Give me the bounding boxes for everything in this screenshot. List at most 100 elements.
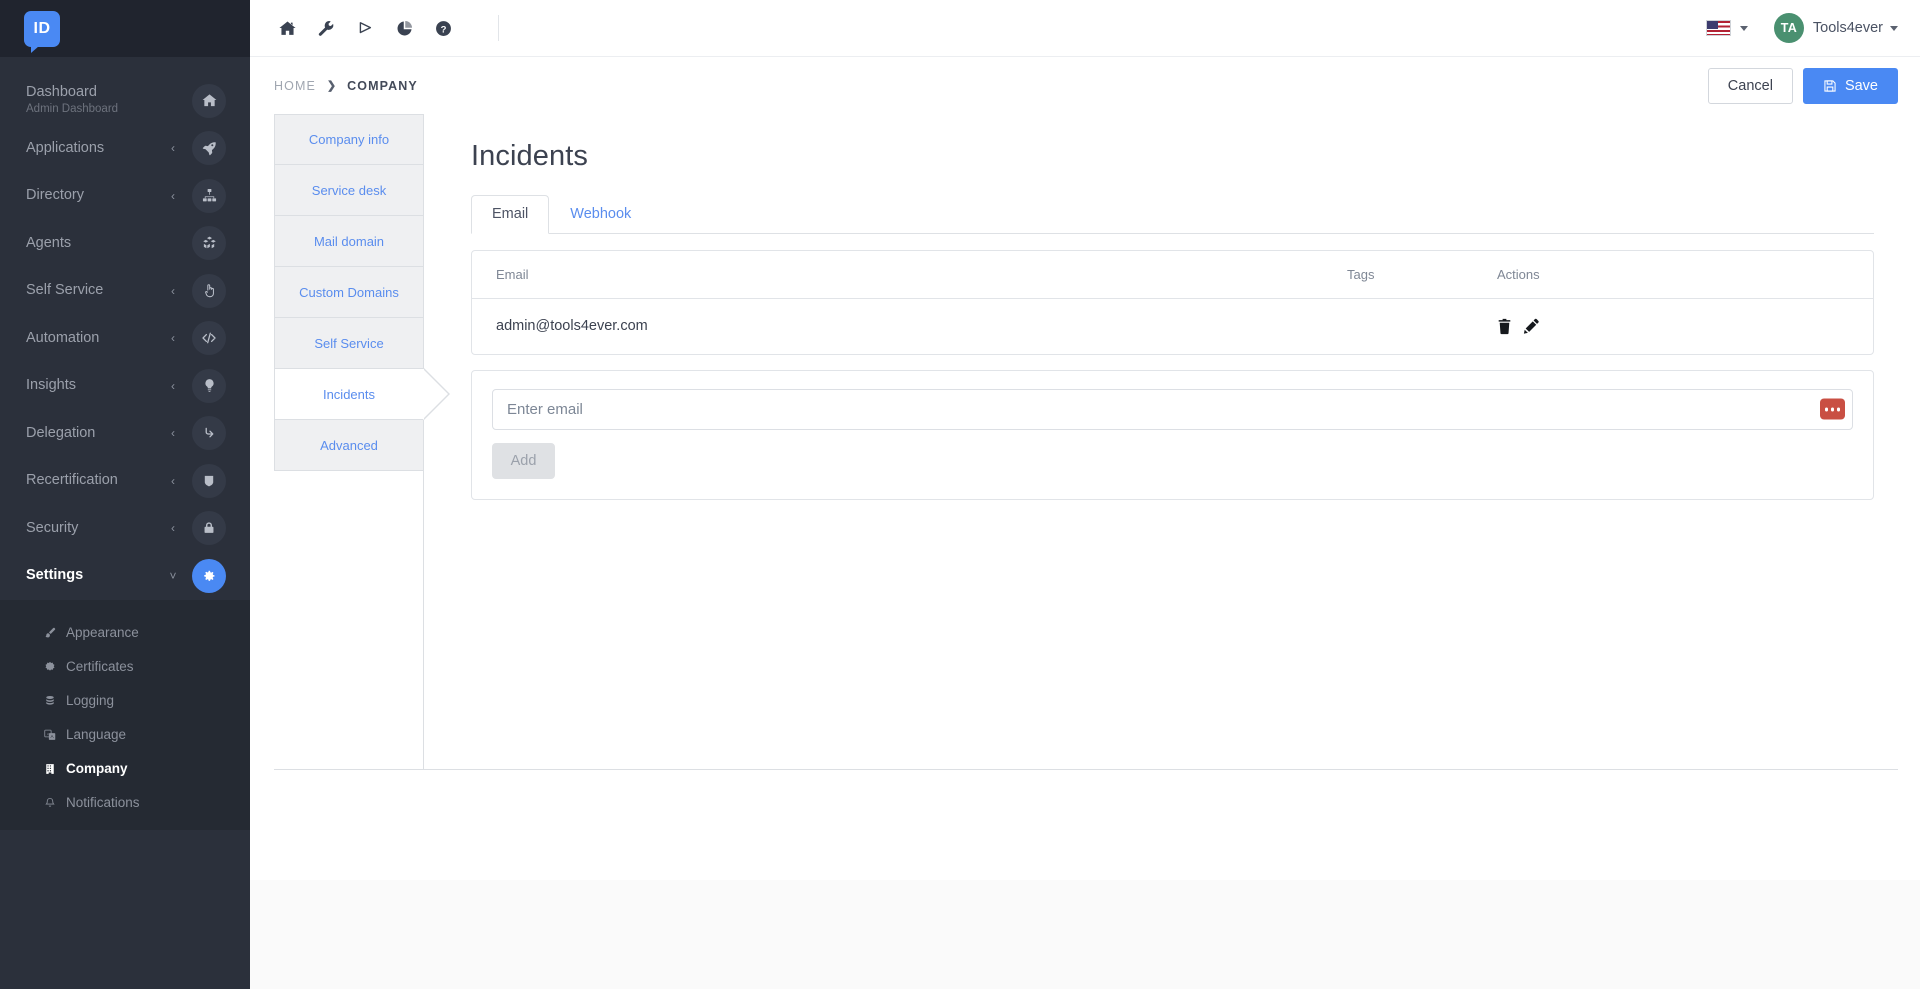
sidebar-item-texts: Dashboard Admin Dashboard — [26, 84, 192, 117]
ellipsis-badge-icon[interactable] — [1820, 398, 1845, 420]
wrench-icon[interactable] — [318, 20, 335, 37]
help-circle-icon[interactable]: ? — [435, 20, 452, 37]
tab-incidents[interactable]: Incidents — [274, 368, 450, 420]
save-button-label: Save — [1844, 77, 1878, 94]
sidebar-item-agents[interactable]: Agents — [0, 220, 250, 268]
hand-pointer-icon — [192, 273, 226, 308]
incidents-channel-tabs: Email Webhook — [471, 195, 1874, 234]
sidebar-item-certificates[interactable]: Certificates — [0, 650, 250, 684]
sidebar-item-label: Settings — [26, 567, 84, 584]
chevron-down-icon — [1739, 25, 1748, 31]
user-menu[interactable]: TA Tools4ever — [1773, 13, 1898, 43]
sidebar-item-label: Logging — [66, 693, 115, 708]
email-input[interactable] — [492, 388, 1853, 430]
sidebar-item-dashboard[interactable]: Dashboard Admin Dashboard — [0, 77, 250, 125]
sidebar-item-appearance[interactable]: Appearance — [0, 616, 250, 650]
sidebar-item-texts: Insights — [26, 377, 168, 394]
tab-service-desk[interactable]: Service desk — [274, 165, 424, 216]
add-email-form: Add — [471, 369, 1874, 500]
topbar-right: TA Tools4ever — [1705, 13, 1898, 43]
flask-icon[interactable] — [357, 20, 374, 37]
table-row: admin@tools4ever.com — [472, 298, 1873, 354]
incidents-pane: Incidents Email Webhook Email Tags Actio… — [424, 114, 1898, 769]
arrow-turn-down-icon — [192, 416, 226, 451]
breadcrumb: HOME ❯ COMPANY — [274, 79, 418, 93]
sidebar-item-automation[interactable]: Automation ‹ — [0, 315, 250, 363]
sidebar-item-label: Appearance — [66, 625, 139, 640]
database-icon — [42, 695, 58, 707]
add-button[interactable]: Add — [492, 442, 555, 479]
settings-submenu: Appearance Certificates Logging A Langua… — [0, 599, 250, 830]
sidebar-item-texts: Applications — [26, 140, 168, 157]
email-table-head: Email Tags Actions — [472, 250, 1873, 299]
pie-chart-icon[interactable] — [396, 20, 413, 37]
chevron-right-icon: ❯ — [326, 80, 337, 92]
sidebar-item-directory[interactable]: Directory ‹ — [0, 172, 250, 220]
delete-icon[interactable] — [1497, 318, 1512, 335]
chevron-left-icon: ‹ — [171, 331, 175, 346]
topbar-icon-group: ? — [272, 15, 499, 41]
sidebar: ID Dashboard Admin Dashboard Application… — [0, 0, 250, 989]
breadcrumb-current: COMPANY — [347, 78, 418, 93]
cell-email: admin@tools4ever.com — [496, 318, 648, 335]
sidebar-item-label: Applications — [26, 139, 105, 156]
sidebar-item-language[interactable]: A Language — [0, 718, 250, 752]
language-icon: A — [42, 729, 58, 741]
edit-icon[interactable] — [1523, 318, 1539, 335]
company-section-tabs: Company info Service desk Mail domain Cu… — [274, 114, 450, 769]
gear-icon — [192, 558, 226, 593]
sidebar-item-label: Recertification — [26, 472, 118, 489]
save-button[interactable]: Save — [1802, 67, 1898, 104]
tab-email[interactable]: Email — [471, 195, 550, 234]
row-action-group — [1497, 318, 1873, 335]
sidebar-item-self-service[interactable]: Self Service ‹ — [0, 267, 250, 315]
cancel-button[interactable]: Cancel — [1707, 67, 1793, 104]
chevron-down-icon: ˅ — [169, 568, 177, 583]
sidebar-item-security[interactable]: Security ‹ — [0, 505, 250, 553]
breadcrumb-home[interactable]: HOME — [274, 79, 316, 93]
page-title: Incidents — [471, 140, 588, 172]
sidebar-item-notifications[interactable]: Notifications — [0, 786, 250, 820]
sidebar-item-label: Certificates — [66, 659, 134, 674]
sidebar-item-texts: Self Service — [26, 282, 168, 299]
chevron-left-icon: ‹ — [171, 378, 175, 393]
tab-webhook[interactable]: Webhook — [549, 195, 652, 234]
sidebar-item-recertification[interactable]: Recertification ‹ — [0, 457, 250, 505]
rocket-icon — [192, 131, 226, 166]
email-table-body: admin@tools4ever.com — [472, 298, 1873, 354]
sidebar-item-label: Delegation — [26, 424, 96, 441]
email-table-card: Email Tags Actions admin@tools4ever.com — [471, 249, 1874, 355]
avatar: TA — [1773, 13, 1804, 43]
floppy-disk-icon — [1823, 79, 1837, 93]
language-selector[interactable] — [1705, 20, 1748, 36]
sidebar-item-delegation[interactable]: Delegation ‹ — [0, 410, 250, 458]
sidebar-item-label: Automation — [26, 329, 100, 346]
tab-company-info[interactable]: Company info — [274, 114, 424, 165]
home-icon[interactable] — [279, 20, 296, 37]
column-header-tags: Tags — [1323, 250, 1473, 299]
shield-icon — [192, 463, 226, 498]
tab-self-service[interactable]: Self Service — [274, 318, 424, 369]
sidebar-item-logging[interactable]: Logging — [0, 684, 250, 718]
page-background — [250, 879, 1920, 989]
topbar-divider — [498, 15, 499, 41]
app-root: ID Dashboard Admin Dashboard Application… — [0, 0, 1920, 989]
svg-text:?: ? — [441, 24, 447, 35]
sidebar-item-company[interactable]: Company — [0, 752, 250, 786]
sidebar-item-insights[interactable]: Insights ‹ — [0, 362, 250, 410]
settings-panel: Company info Service desk Mail domain Cu… — [274, 114, 1898, 770]
tab-advanced[interactable]: Advanced — [274, 420, 424, 471]
table-header-row: Email Tags Actions — [472, 250, 1873, 299]
sidebar-item-label: Agents — [26, 234, 72, 251]
chevron-left-icon: ‹ — [171, 521, 175, 536]
sidebar-item-label: Security — [26, 519, 79, 536]
sidebar-item-label: Notifications — [66, 795, 140, 810]
tab-custom-domains[interactable]: Custom Domains — [274, 267, 424, 318]
main-column: ? TA Tools4ever HOME ❯ COMPANY Cancel Sa… — [250, 0, 1920, 989]
tab-mail-domain[interactable]: Mail domain — [274, 216, 424, 267]
sitemap-icon — [192, 178, 226, 213]
sidebar-item-applications[interactable]: Applications ‹ — [0, 125, 250, 173]
app-logo[interactable]: ID — [24, 10, 60, 53]
sidebar-item-label: Language — [66, 727, 127, 742]
sidebar-item-settings[interactable]: Settings ˅ — [0, 552, 250, 600]
